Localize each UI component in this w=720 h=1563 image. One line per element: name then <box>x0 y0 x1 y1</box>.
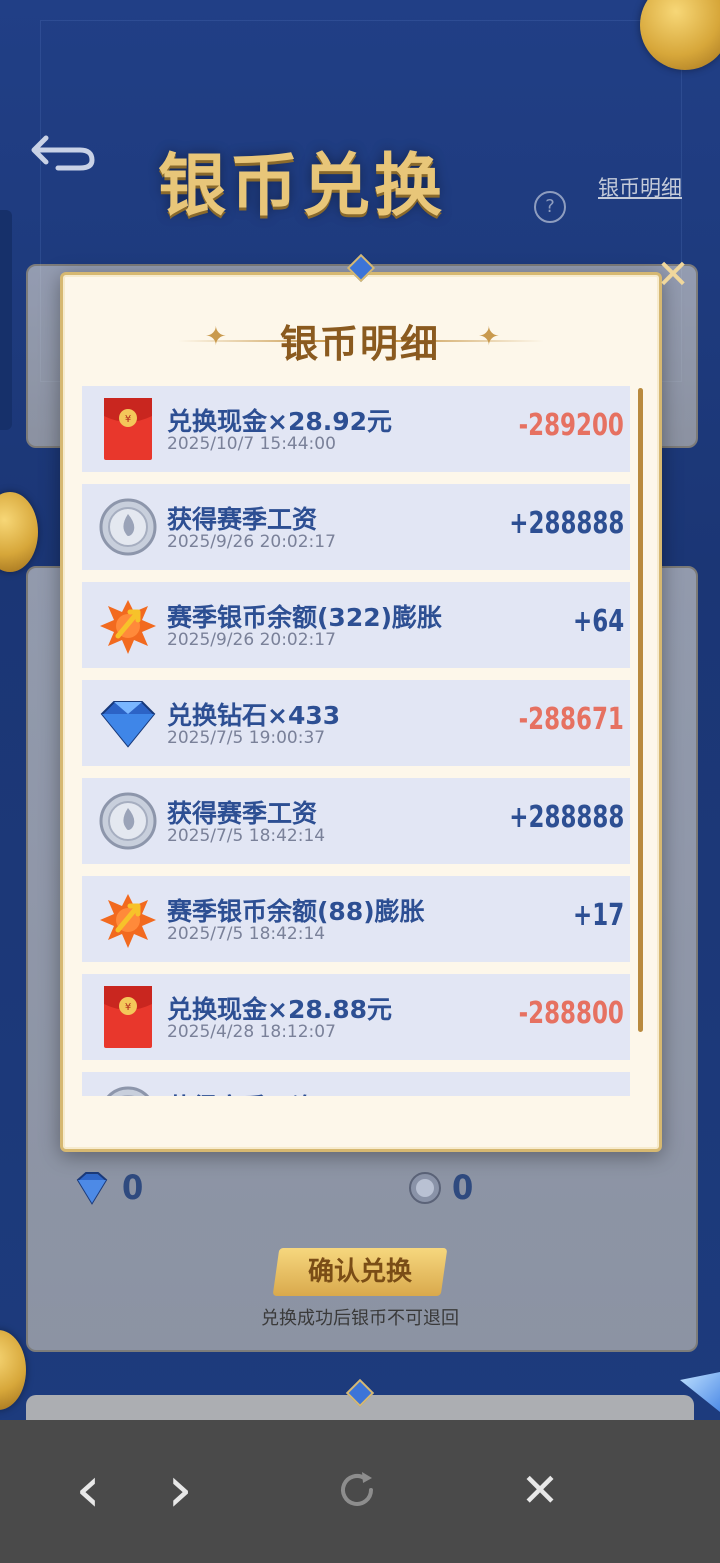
record-item: ¥ 兑换现金×28.88元 2025/4/28 18:12:07 -288800 <box>82 974 630 1060</box>
growth-burst-icon <box>98 592 158 658</box>
close-icon: ✕ <box>656 252 690 298</box>
page-title: 银币兑换 <box>158 146 447 226</box>
svg-text:¥: ¥ <box>125 414 131 425</box>
record-amount: +288888 <box>508 506 624 541</box>
refresh-icon <box>341 1472 373 1506</box>
record-time: 2025/7/5 18:42:14 <box>167 826 326 846</box>
record-list[interactable]: ¥ 兑换现金×28.92元 2025/10/7 15:44:00 -289200 获得赛… <box>82 386 632 1096</box>
record-item: ¥ 兑换现金×28.92元 2025/10/7 15:44:00 -289200 <box>82 386 630 472</box>
record-item: 兑换钻石×433 2025/7/5 19:00:37 -288671 <box>82 680 630 766</box>
record-item: 获得赛季工资 <box>82 1072 630 1096</box>
record-time: 2025/9/26 20:02:17 <box>167 532 336 552</box>
record-time: 2025/9/26 20:02:17 <box>167 630 336 650</box>
record-amount: -288800 <box>518 996 624 1031</box>
record-list-scrollbar[interactable] <box>638 388 643 1032</box>
record-amount: +288888 <box>508 800 624 835</box>
close-page-button[interactable]: ✕ <box>505 1455 575 1525</box>
silver-coin-icon <box>98 788 158 854</box>
record-title: 兑换现金×28.88元 <box>167 995 393 1024</box>
record-title: 赛季银币余额(322)膨胀 <box>167 603 443 632</box>
silver-coin-detail-link[interactable]: 银币明细 <box>598 172 682 202</box>
diamond-balance: 0 <box>72 1166 143 1210</box>
record-amount: -288671 <box>518 702 624 737</box>
coin-balance: 0 <box>408 1166 473 1210</box>
record-title: 获得赛季工资 <box>167 799 318 828</box>
record-time: 2025/7/5 18:42:14 <box>167 924 326 944</box>
close-dialog-button[interactable]: ✕ <box>654 255 692 295</box>
red-envelope-icon: ¥ <box>98 396 158 462</box>
return-arrow-icon <box>31 135 95 171</box>
back-button[interactable] <box>28 130 98 175</box>
diamond-icon <box>76 1172 108 1205</box>
coin-amount: 0 <box>452 1168 474 1208</box>
red-envelope-icon: ¥ <box>98 984 158 1050</box>
nav-forward-button[interactable]: › <box>145 1455 215 1525</box>
silver-coin-icon <box>98 1082 158 1096</box>
confirm-exchange-button[interactable]: 确认兑换 <box>272 1248 448 1296</box>
chevron-left-icon: ‹ <box>75 1453 101 1527</box>
record-title: 兑换钻石×433 <box>167 701 341 730</box>
exchange-note: 兑换成功后银币不可退回 <box>261 1308 459 1329</box>
svg-text:¥: ¥ <box>125 1002 131 1013</box>
record-item: 获得赛季工资 2025/9/26 20:02:17 +288888 <box>82 484 630 570</box>
silver-coin-icon <box>409 1172 441 1204</box>
record-title: 兑换现金×28.92元 <box>167 407 393 436</box>
record-amount: +17 <box>572 898 624 933</box>
record-title: 获得赛季工资 <box>167 1088 317 1096</box>
record-item: 赛季银币余额(322)膨胀 2025/9/26 20:02:17 +64 <box>82 582 630 668</box>
record-amount: -289200 <box>518 408 624 443</box>
record-amount: +64 <box>572 604 624 639</box>
close-icon: ✕ <box>520 1463 560 1517</box>
dialog-title: 银币明细 <box>279 321 440 366</box>
record-item: 获得赛季工资 2025/7/5 18:42:14 +288888 <box>82 778 630 864</box>
silver-coin-icon <box>98 494 158 560</box>
help-icon[interactable]: ? <box>534 191 566 223</box>
record-time: 2025/7/5 19:00:37 <box>167 728 326 748</box>
nav-back-button[interactable]: ‹ <box>53 1455 123 1525</box>
chevron-right-icon: › <box>167 1453 193 1527</box>
refresh-button[interactable] <box>322 1455 392 1525</box>
record-time: 2025/10/7 15:44:00 <box>167 434 336 454</box>
diamond-amount: 0 <box>122 1168 144 1208</box>
record-title: 赛季银币余额(88)膨胀 <box>167 897 425 926</box>
growth-burst-icon <box>98 886 158 952</box>
record-title: 获得赛季工资 <box>167 505 318 534</box>
diamond-icon <box>98 690 158 756</box>
record-item: 赛季银币余额(88)膨胀 2025/7/5 18:42:14 +17 <box>82 876 630 962</box>
record-time: 2025/4/28 18:12:07 <box>167 1022 336 1042</box>
